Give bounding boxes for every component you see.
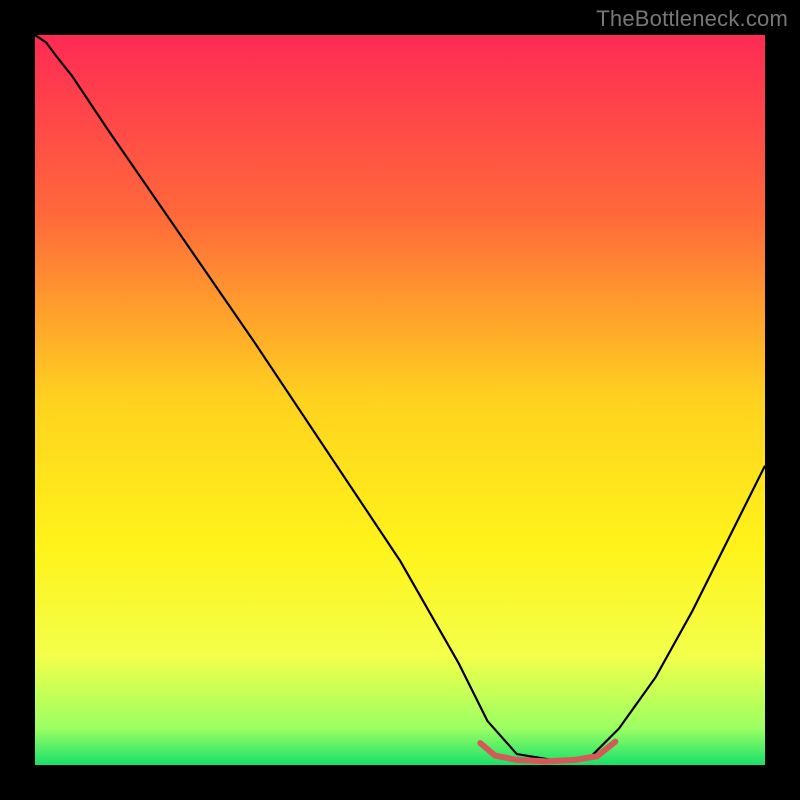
watermark-text: TheBottleneck.com [596,6,788,32]
plot-area [35,35,765,765]
chart-svg [35,35,765,765]
gradient-background [35,35,765,765]
chart-frame: TheBottleneck.com [0,0,800,800]
